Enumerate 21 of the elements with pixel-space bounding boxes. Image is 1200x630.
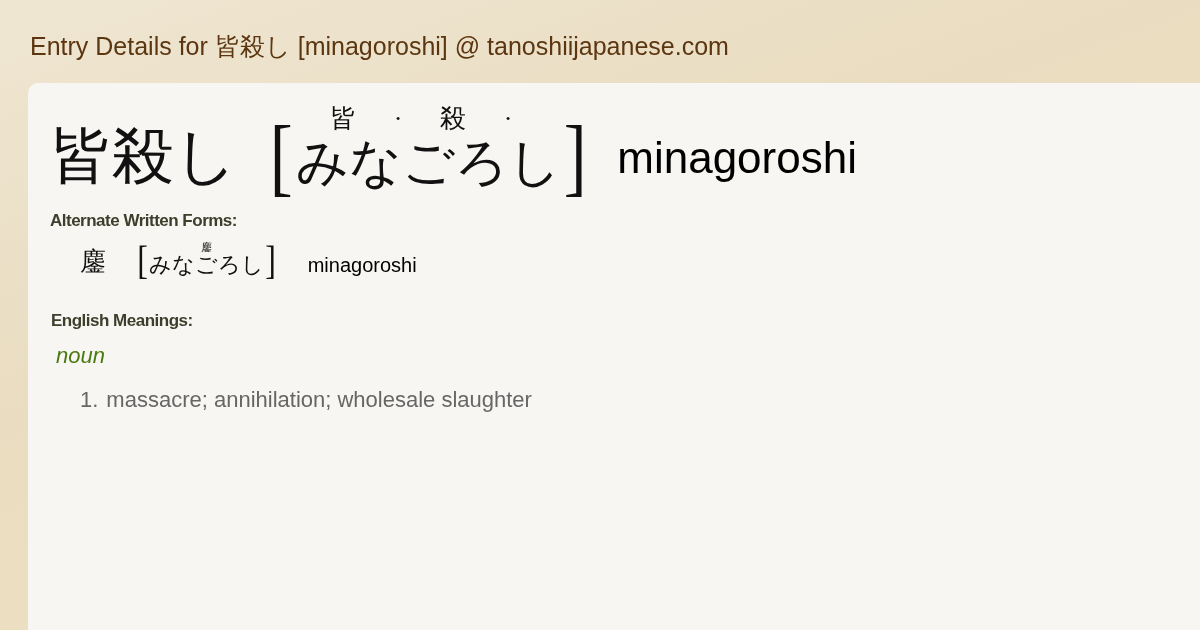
furigana: 殺 <box>439 105 468 134</box>
section-heading: English Meanings: <box>51 311 194 332</box>
furigana: 皆 <box>329 105 358 134</box>
reading: みなごろし <box>295 133 561 191</box>
reading: みなごろし <box>149 252 265 278</box>
furigana: · <box>502 105 514 134</box>
headword: 皆殺し <box>50 124 237 187</box>
bracket: ] <box>563 112 587 199</box>
romaji: minagoroshi <box>617 132 857 183</box>
bracket: [ <box>137 241 148 282</box>
bracket: [ <box>269 112 293 199</box>
meaning-text: massacre; annihilation; wholesale slaughter <box>106 387 532 414</box>
part-of-speech: noun <box>56 343 106 370</box>
section-heading: Alternate Written Forms: <box>50 210 238 231</box>
page-title: Entry Details for 皆殺し [minagoroshi] @ tanoshiijapanese.com <box>30 31 730 62</box>
sense-number: 1. <box>80 387 99 414</box>
bracket: ] <box>265 241 277 282</box>
furigana: 鏖 <box>200 240 214 253</box>
romaji: minagoroshi <box>307 254 417 278</box>
alternate-form: 鏖 <box>80 246 106 279</box>
furigana: · <box>392 105 404 134</box>
